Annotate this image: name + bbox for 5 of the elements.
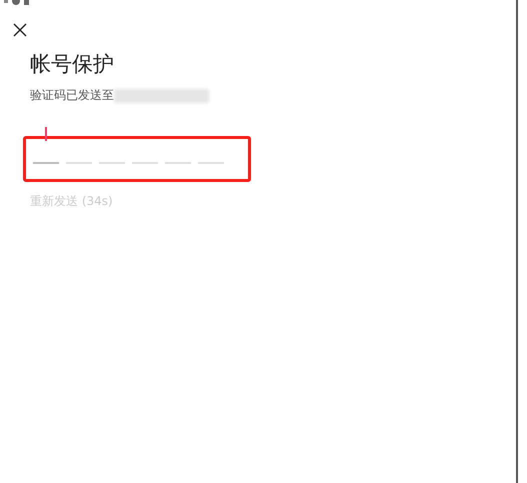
status-icons <box>4 0 32 6</box>
text-cursor <box>45 127 47 141</box>
page-title: 帐号保护 <box>30 51 115 77</box>
code-sent-text: 验证码已发送至 <box>30 87 114 104</box>
close-button[interactable] <box>12 22 28 38</box>
